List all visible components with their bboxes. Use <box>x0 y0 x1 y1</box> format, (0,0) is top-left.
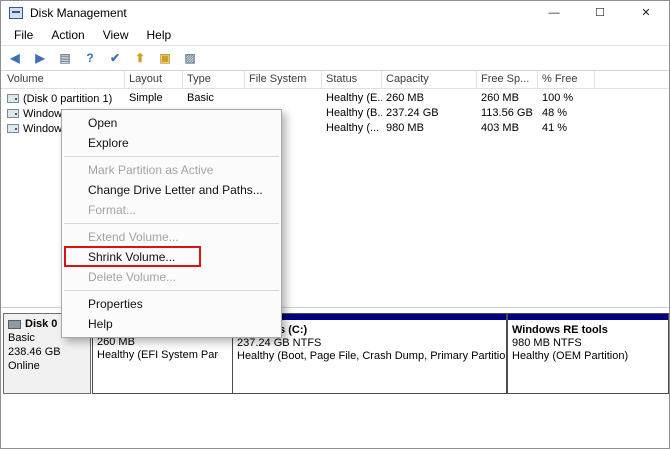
context-menu-item-delete-volume: Delete Volume... <box>62 267 281 287</box>
minimize-button[interactable]: — <box>531 1 577 24</box>
toolbar: ◀ ▶ ▤ ? ✔ ⬆ ▣ ▨ <box>1 45 669 71</box>
context-menu-item-change-drive-letter[interactable]: Change Drive Letter and Paths... <box>62 180 281 200</box>
close-button[interactable]: ✕ <box>623 1 669 24</box>
column-header-free-space[interactable]: Free Sp... <box>477 71 538 89</box>
cell-percent-free: 41 % <box>538 121 595 136</box>
context-menu-item-format: Format... <box>62 200 281 220</box>
disk-name: Disk 0 <box>25 317 57 331</box>
partition-status: Healthy (EFI System Par <box>97 349 228 362</box>
partition-windows-re-tools[interactable]: Windows RE tools 980 MB NTFS Healthy (OE… <box>507 313 669 394</box>
disk-size: 238.46 GB <box>8 345 86 359</box>
app-icon <box>9 7 23 19</box>
disk-management-window: Disk Management — ☐ ✕ File Action View H… <box>0 0 670 449</box>
cell-free-space: 403 MB <box>477 121 538 136</box>
menu-help[interactable]: Help <box>138 25 181 45</box>
cell-status: Healthy (B... <box>322 106 382 121</box>
cell-free-space: 113.56 GB <box>477 106 538 121</box>
menu-action[interactable]: Action <box>42 25 93 45</box>
column-header-empty <box>595 71 670 89</box>
volume-name: (Disk 0 partition 1) <box>23 93 112 105</box>
context-menu: Open Explore Mark Partition as Active Ch… <box>61 109 282 338</box>
menu-view[interactable]: View <box>94 25 138 45</box>
menubar: File Action View Help <box>1 24 669 45</box>
partition-size: 980 MB NTFS <box>512 337 664 350</box>
disk-icon <box>8 320 21 329</box>
cell-layout: Simple <box>125 91 183 106</box>
cell-free-space: 260 MB <box>477 91 538 106</box>
list-header: Volume Layout Type File System Status Ca… <box>1 71 669 89</box>
check-doc-icon[interactable]: ✔ <box>106 49 124 67</box>
context-menu-item-help[interactable]: Help <box>62 314 281 334</box>
menu-separator <box>64 223 279 224</box>
console-tree-icon[interactable]: ▤ <box>56 49 74 67</box>
menu-file[interactable]: File <box>5 25 42 45</box>
maximize-button[interactable]: ☐ <box>577 1 623 24</box>
volume-icon <box>7 124 19 133</box>
partition-size: 237.24 GB NTFS <box>237 337 502 350</box>
cell-percent-free: 48 % <box>538 106 595 121</box>
cell-file-system <box>245 91 322 106</box>
volume-icon <box>7 94 19 103</box>
partition-status: Healthy (OEM Partition) <box>512 350 664 363</box>
context-menu-item-shrink-volume[interactable]: Shrink Volume... <box>62 247 281 267</box>
folder-up-icon[interactable]: ⬆ <box>131 49 149 67</box>
column-header-status[interactable]: Status <box>322 71 382 89</box>
menu-separator <box>64 156 279 157</box>
cell-status: Healthy (... <box>322 121 382 136</box>
cell-type: Basic <box>183 91 245 106</box>
context-menu-item-extend-volume: Extend Volume... <box>62 227 281 247</box>
partition-title: Windows RE tools <box>512 324 664 337</box>
folder-icon[interactable]: ▣ <box>156 49 174 67</box>
context-menu-item-mark-partition-active: Mark Partition as Active <box>62 160 281 180</box>
volume-icon <box>7 109 19 118</box>
menu-item-label: Shrink Volume... <box>88 250 175 264</box>
table-row[interactable]: (Disk 0 partition 1) Simple Basic Health… <box>1 91 669 106</box>
column-header-percent-free[interactable]: % Free <box>538 71 595 89</box>
context-menu-item-explore[interactable]: Explore <box>62 133 281 153</box>
detail-view-icon[interactable]: ▨ <box>181 49 199 67</box>
cell-capacity: 260 MB <box>382 91 477 106</box>
cell-capacity: 980 MB <box>382 121 477 136</box>
cell-capacity: 237.24 GB <box>382 106 477 121</box>
column-header-file-system[interactable]: File System <box>245 71 322 89</box>
disk-status: Online <box>8 359 86 373</box>
context-menu-item-properties[interactable]: Properties <box>62 294 281 314</box>
context-menu-item-open[interactable]: Open <box>62 113 281 133</box>
back-icon[interactable]: ◀ <box>6 49 24 67</box>
partition-status: Healthy (Boot, Page File, Crash Dump, Pr… <box>237 350 502 363</box>
column-header-capacity[interactable]: Capacity <box>382 71 477 89</box>
window-title: Disk Management <box>30 6 127 20</box>
cell-percent-free: 100 % <box>538 91 595 106</box>
column-header-type[interactable]: Type <box>183 71 245 89</box>
menu-separator <box>64 290 279 291</box>
titlebar: Disk Management — ☐ ✕ <box>1 1 669 24</box>
forward-icon[interactable]: ▶ <box>31 49 49 67</box>
cell-status: Healthy (E... <box>322 91 382 106</box>
window-controls: — ☐ ✕ <box>531 1 669 24</box>
column-header-volume[interactable]: Volume <box>3 71 125 89</box>
help-icon[interactable]: ? <box>81 49 99 67</box>
column-header-layout[interactable]: Layout <box>125 71 183 89</box>
